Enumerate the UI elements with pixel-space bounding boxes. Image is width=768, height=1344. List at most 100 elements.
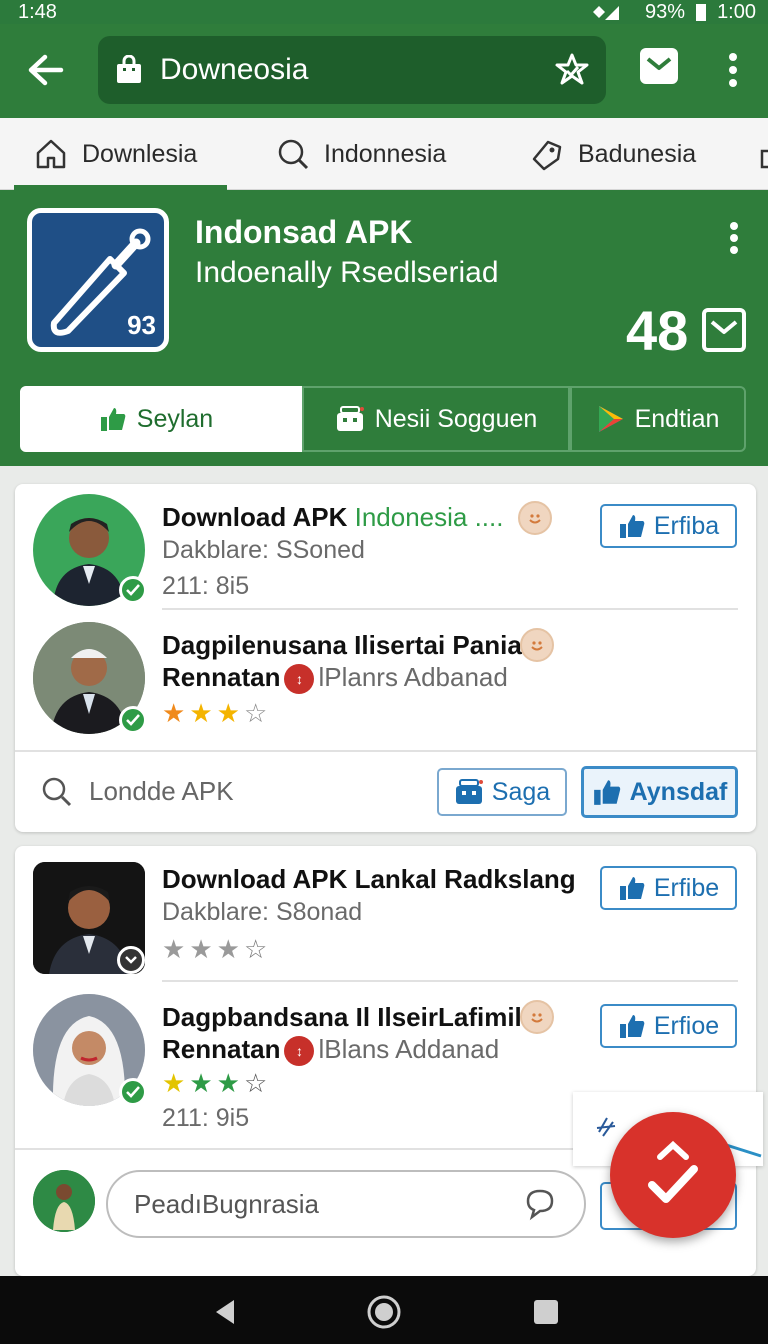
rating-stars: ★ ★ ★ ☆ (162, 936, 267, 962)
app-subtitle: Indoenally Rsedlseriad (195, 256, 499, 289)
confirm-fab[interactable] (610, 1112, 736, 1238)
red-badge-icon: ↕ (284, 1036, 315, 1067)
star-empty-icon: ☆ (243, 1068, 268, 1098)
star-filled-icon: ★ (162, 1068, 186, 1098)
app-icon-number: 93 (127, 310, 156, 340)
tab-downlesia[interactable]: Downlesia (13, 118, 228, 190)
tab-label: Downlesia (82, 139, 198, 168)
primary-like-button[interactable]: Aynsdaf (581, 766, 738, 818)
segment-seylan[interactable]: Seylan (20, 386, 302, 452)
item-title-main: Download APK (162, 502, 355, 532)
dropdown-badge-icon (117, 946, 145, 974)
status-time-left: 1:48 (18, 0, 57, 23)
item-title[interactable]: Download APK Indonesia .... (162, 502, 503, 533)
tab-overflow[interactable] (758, 118, 768, 190)
item-subtitle: Dakblare: S8onad (162, 898, 363, 926)
url-bar[interactable]: Downeosia (98, 36, 606, 104)
nav-recents-icon[interactable] (532, 1298, 560, 1326)
rating-stars: ★ ★ ★ ☆ (162, 1070, 267, 1096)
star-filled-icon: ★ (162, 698, 186, 728)
thumbs-up-icon (100, 408, 126, 431)
comment-placeholder: PeadıBugnrasia (134, 1188, 320, 1219)
like-button[interactable]: Erfioe (600, 1004, 737, 1048)
item-title-accent: Indonesia .... (354, 502, 504, 532)
smiley-icon (520, 1000, 554, 1034)
item-title[interactable]: Dagpilenusana Ilisertai Pania: (162, 630, 530, 661)
tag-icon (532, 140, 562, 171)
item-title-line2-main: Rennatan (162, 662, 281, 692)
status-time-right: 1:00 (717, 0, 756, 23)
inbox-button[interactable] (702, 308, 746, 352)
home-icon (36, 139, 66, 169)
button-label: Aynsdaf (629, 777, 728, 806)
mail-button[interactable] (640, 48, 678, 84)
star-gray-icon: ★ (216, 934, 240, 964)
item-title-line2-main: Rennatan (162, 1034, 281, 1064)
nav-back-icon[interactable] (212, 1298, 238, 1326)
segment-label: Seylan (136, 404, 214, 433)
star-filled-icon: ★ (216, 1068, 240, 1098)
verified-badge-icon (119, 576, 147, 604)
like-button[interactable]: Erfiba (600, 504, 737, 548)
back-button[interactable] (22, 46, 70, 94)
chat-bubble-icon[interactable] (522, 1187, 558, 1221)
search-input[interactable]: Londde APK (89, 776, 234, 807)
item-meta: 211: 8i5 (162, 572, 250, 600)
smiley-icon (520, 628, 554, 662)
bookmark-star-icon[interactable] (554, 52, 590, 88)
url-text: Downeosia (160, 53, 309, 86)
verified-badge-icon (119, 706, 147, 734)
item-meta: 211: 9i5 (162, 1104, 250, 1132)
app-card: Download APK Indonesia .... Dakblare: SS… (15, 484, 756, 832)
divider (162, 608, 738, 610)
tab-label: Badunesia (578, 139, 697, 168)
search-icon (278, 139, 309, 170)
system-nav-bar (0, 1276, 768, 1344)
app-toolbar: Downeosia (0, 24, 768, 118)
status-bar: 1:48 93% 1:00 (0, 0, 768, 24)
button-label: Saga (491, 777, 551, 806)
star-gray-icon: ★ (162, 934, 186, 964)
button-label: Erfibe (653, 873, 720, 902)
segmented-control: Seylan Nesii Sogguen Endtian (20, 386, 746, 452)
mail-icon (646, 57, 672, 70)
arrow-left-icon (28, 54, 64, 86)
app-header: 93 Indonsad APK Indoenally Rsedlseriad 4… (0, 190, 768, 466)
item-title[interactable]: Dagpbandsana Il IlseirLafimila: (162, 1002, 545, 1033)
person-photo (33, 1170, 95, 1232)
more-vertical-icon[interactable] (722, 218, 746, 258)
item-title-line2-rest: lBlans Addanad (318, 1034, 500, 1064)
signal-icon (593, 6, 620, 20)
star-empty-icon: ☆ (243, 698, 268, 728)
comment-input[interactable]: PeadıBugnrasia (106, 1170, 586, 1238)
search-icon (42, 777, 72, 807)
tab-bar: Downlesia Indonnesia Badunesia (0, 118, 768, 190)
item-subtitle: Dakblare: SSoned (162, 536, 365, 564)
save-button[interactable]: Saga (437, 768, 567, 816)
overflow-menu-button[interactable] (718, 48, 748, 92)
nav-home-icon[interactable] (366, 1294, 402, 1330)
user-avatar[interactable] (33, 1170, 95, 1232)
item-title-line2-rest: lPlanrs Adbanad (318, 662, 508, 692)
check-icon (648, 1140, 698, 1203)
button-label: Erfiba (653, 511, 720, 540)
tab-badunesia[interactable]: Badunesia (530, 118, 696, 190)
inbox-icon (710, 320, 738, 334)
item-title[interactable]: Download APK Lankal Radkslang (162, 864, 576, 895)
lock-icon (760, 149, 768, 169)
segment-nesii-sogguen[interactable]: Nesii Sogguen (302, 386, 570, 452)
item-title-line2: Rennatan ↕ lPlanrs Adbanad (162, 662, 508, 695)
thumbs-up-icon (593, 780, 620, 805)
tab-indonnesia[interactable]: Indonnesia (276, 118, 446, 190)
like-button[interactable]: Erfibe (600, 866, 737, 910)
rating-stars: ★ ★ ★ ☆ (162, 700, 267, 726)
store-icon (336, 406, 364, 431)
star-filled-icon: ★ (189, 698, 213, 728)
thumbs-up-icon (619, 1015, 645, 1038)
app-title: Indonsad APK (195, 214, 413, 250)
battery-icon (696, 4, 707, 21)
segment-endtian[interactable]: Endtian (570, 386, 746, 452)
more-vertical-icon (729, 53, 737, 87)
battery-percent: 93% (645, 0, 686, 23)
play-store-icon (598, 406, 623, 432)
